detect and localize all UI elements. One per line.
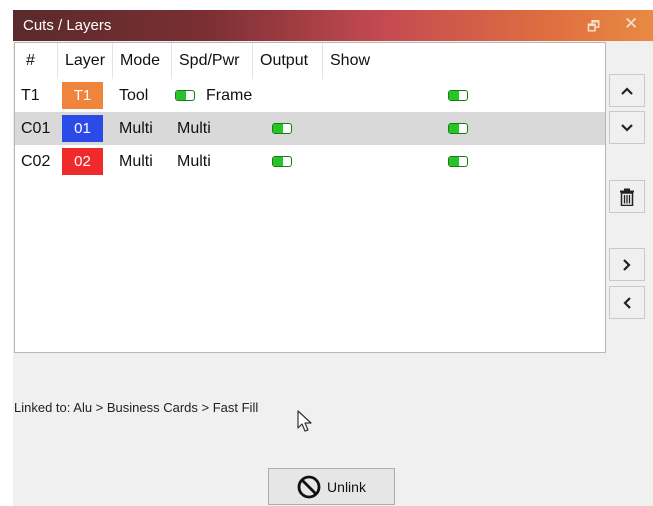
move-up-button[interactable] bbox=[609, 74, 645, 107]
move-down-button[interactable] bbox=[609, 111, 645, 144]
layer-swatch[interactable]: T1 bbox=[62, 82, 103, 109]
col-header-number[interactable]: # bbox=[26, 43, 35, 79]
row-mode[interactable]: Tool bbox=[119, 79, 148, 112]
col-header-show[interactable]: Show bbox=[330, 43, 370, 79]
chevron-left-icon bbox=[623, 296, 631, 309]
table-row[interactable]: C01 01 Multi Multi bbox=[15, 112, 605, 145]
row-spdpwr[interactable]: Frame bbox=[206, 79, 252, 112]
linked-to-text: Linked to: Alu > Business Cards > Fast F… bbox=[14, 400, 259, 415]
col-header-output[interactable]: Output bbox=[260, 43, 308, 79]
table-row[interactable]: T1 T1 Tool Frame bbox=[15, 79, 605, 112]
row-id: C01 bbox=[21, 120, 51, 137]
spdpwr-toggle[interactable] bbox=[175, 90, 195, 101]
close-icon[interactable]: ✕ bbox=[624, 14, 638, 34]
show-toggle[interactable] bbox=[448, 90, 468, 101]
restore-icon[interactable]: 🗗 bbox=[587, 16, 600, 40]
output-toggle[interactable] bbox=[272, 156, 292, 167]
layer-swatch[interactable]: 01 bbox=[62, 115, 103, 142]
row-id: T1 bbox=[21, 87, 40, 104]
layers-table: # Layer Mode Spd/Pwr Output Show T1 T1 T… bbox=[14, 42, 606, 353]
mouse-cursor-icon bbox=[297, 410, 312, 432]
chevron-up-icon bbox=[621, 86, 633, 95]
output-toggle[interactable] bbox=[272, 123, 292, 134]
window-title: Cuts / Layers bbox=[23, 17, 112, 34]
row-id: C02 bbox=[21, 153, 51, 170]
cuts-layers-panel: Cuts / Layers 🗗 ✕ # Layer Mode Spd/Pwr O… bbox=[13, 10, 653, 506]
show-toggle[interactable] bbox=[448, 156, 468, 167]
prohibited-icon bbox=[297, 475, 321, 498]
delete-button[interactable] bbox=[609, 180, 645, 213]
table-row[interactable]: C02 02 Multi Multi bbox=[15, 145, 605, 178]
col-header-layer[interactable]: Layer bbox=[65, 43, 105, 79]
col-header-mode[interactable]: Mode bbox=[120, 43, 160, 79]
row-mode[interactable]: Multi bbox=[119, 112, 153, 145]
move-left-button[interactable] bbox=[609, 286, 645, 319]
unlink-button[interactable]: Unlink bbox=[268, 468, 395, 505]
title-bar[interactable]: Cuts / Layers 🗗 ✕ bbox=[13, 10, 653, 41]
col-header-spdpwr[interactable]: Spd/Pwr bbox=[179, 43, 239, 79]
row-mode[interactable]: Multi bbox=[119, 145, 153, 178]
chevron-right-icon bbox=[623, 258, 631, 271]
layer-swatch[interactable]: 02 bbox=[62, 148, 103, 175]
move-right-button[interactable] bbox=[609, 248, 645, 281]
row-spdpwr[interactable]: Multi bbox=[177, 145, 211, 178]
show-toggle[interactable] bbox=[448, 123, 468, 134]
table-header: # Layer Mode Spd/Pwr Output Show bbox=[15, 43, 605, 79]
trash-icon bbox=[620, 188, 634, 206]
unlink-label: Unlink bbox=[327, 478, 366, 495]
chevron-down-icon bbox=[621, 123, 633, 132]
row-spdpwr[interactable]: Multi bbox=[177, 112, 211, 145]
